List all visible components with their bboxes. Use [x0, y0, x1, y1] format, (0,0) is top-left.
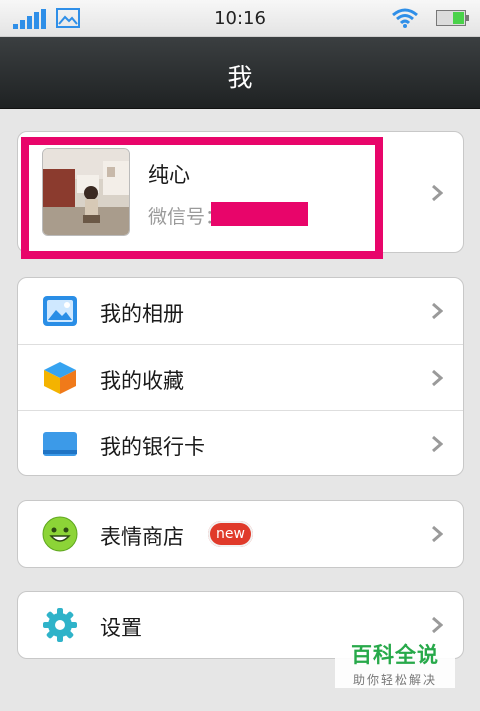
menu-item-favorites[interactable]: 我的收藏	[18, 344, 463, 410]
favorites-box-icon	[44, 362, 76, 394]
status-bar: 10:16	[0, 0, 480, 37]
chevron-right-icon	[432, 616, 443, 634]
photo-album-icon	[43, 296, 77, 326]
menu-item-album[interactable]: 我的相册	[18, 278, 463, 344]
wifi-icon	[392, 8, 418, 28]
menu-item-sticker-store[interactable]: 表情商店 new	[18, 501, 463, 567]
menu-item-bank-card[interactable]: 我的银行卡	[18, 410, 463, 476]
chevron-right-icon	[432, 184, 443, 202]
new-badge: new	[208, 521, 253, 547]
chevron-right-icon	[432, 302, 443, 320]
highlight-box	[21, 137, 383, 259]
watermark-subtitle: 助你轻松解决	[352, 673, 437, 687]
menu-group-main: 我的相册 我的收藏 我的银行卡	[17, 277, 464, 476]
bank-card-icon	[43, 432, 77, 456]
page-title: 我	[227, 63, 253, 92]
menu-group-sticker: 表情商店 new	[17, 500, 464, 568]
title-bar: 我	[0, 37, 480, 109]
menu-item-label: 我的收藏	[100, 369, 184, 393]
menu-item-label: 设置	[100, 616, 142, 640]
watermark: 百科全说 助你轻松解决	[335, 636, 455, 688]
battery-icon	[436, 10, 469, 26]
chevron-right-icon	[432, 525, 443, 543]
menu-item-label: 我的相册	[100, 302, 184, 326]
menu-item-label: 表情商店	[100, 525, 184, 549]
menu-item-label: 我的银行卡	[100, 435, 205, 459]
gear-icon	[43, 608, 77, 642]
chevron-right-icon	[432, 435, 443, 453]
smiley-icon	[42, 516, 78, 552]
watermark-title: 百科全说	[351, 643, 439, 667]
chevron-right-icon	[432, 369, 443, 387]
